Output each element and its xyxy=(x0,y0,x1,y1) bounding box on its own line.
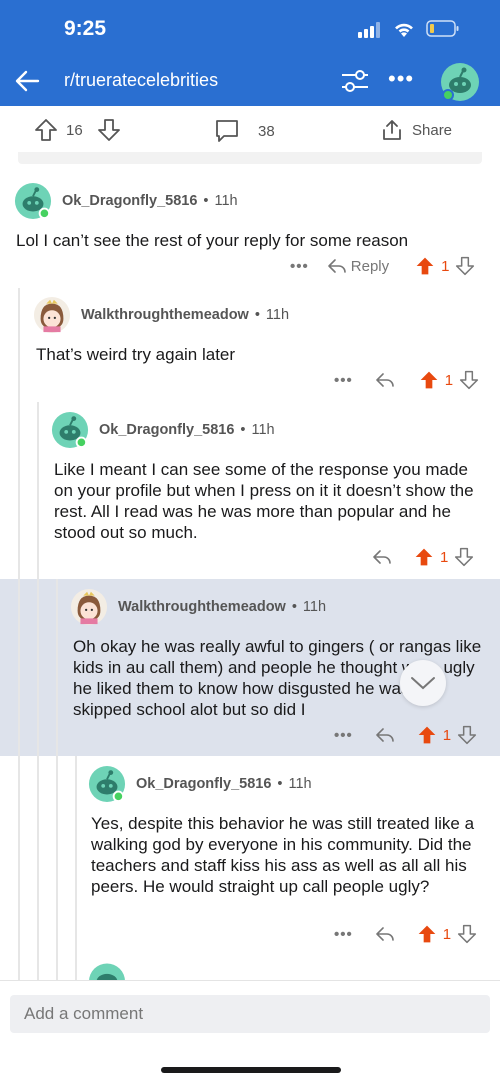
comment-body: Like I meant I can see some of the respo… xyxy=(54,460,474,542)
downvote-arrow-icon[interactable] xyxy=(457,924,477,944)
comment-bubble-icon xyxy=(216,120,238,142)
user-avatar-icon[interactable] xyxy=(440,62,480,102)
view-parent-comment-bar[interactable] xyxy=(18,152,482,164)
comment-score: 1 xyxy=(441,257,450,275)
comment-score: 1 xyxy=(442,925,452,943)
vote-control: 16 xyxy=(34,118,121,142)
comments-button[interactable]: 38 xyxy=(214,118,275,144)
comment-timestamp: 11h xyxy=(251,422,275,438)
share-label: Share xyxy=(412,121,453,139)
subreddit-title[interactable]: r/trueratecelebrities xyxy=(64,70,218,91)
comment-username[interactable]: Walkthroughthemeadow xyxy=(81,307,249,323)
comment-username[interactable]: Ok_Dragonfly_5816 xyxy=(62,193,197,209)
status-bar: 9:25 xyxy=(0,0,500,56)
comment-body: Lol I can’t see the rest of your reply f… xyxy=(16,231,409,250)
comment-username[interactable]: Ok_Dragonfly_5816 xyxy=(99,422,234,438)
reply-label[interactable]: Reply xyxy=(351,258,389,275)
downvote-arrow-icon[interactable] xyxy=(459,370,479,390)
wifi-icon xyxy=(395,23,413,37)
thread-rail-1 xyxy=(18,288,20,980)
battery-icon xyxy=(426,20,459,37)
comment-username[interactable]: Walkthroughthemeadow xyxy=(118,599,286,615)
chevron-down-icon xyxy=(411,677,435,690)
post-comment-count: 38 xyxy=(258,122,275,140)
thread-rail-4 xyxy=(75,756,77,980)
downvote-arrow-icon[interactable] xyxy=(454,547,474,567)
downvote-arrow-icon[interactable] xyxy=(457,725,477,745)
more-options-icon[interactable]: ••• xyxy=(334,926,353,943)
upvote-arrow-icon[interactable] xyxy=(419,370,439,390)
snoo-avatar-icon[interactable] xyxy=(51,411,89,449)
more-options-icon[interactable]: ••• xyxy=(388,66,414,92)
upvote-arrow-icon[interactable] xyxy=(417,725,437,745)
comment-header: Walkthroughthemeadow • 11h xyxy=(33,296,289,334)
reply-arrow-icon[interactable] xyxy=(372,548,392,566)
comment-actions: 1 xyxy=(372,547,474,567)
upvote-arrow-icon[interactable] xyxy=(415,256,435,276)
comment-score: 1 xyxy=(442,726,452,744)
comment-timestamp: 11h xyxy=(214,193,238,209)
downvote-arrow-icon[interactable] xyxy=(97,118,121,142)
comment-actions: ••• 1 xyxy=(334,725,477,745)
comment-body: That’s weird try again later xyxy=(36,345,236,364)
user-avatar-icon[interactable] xyxy=(70,588,108,626)
comment-timestamp: 11h xyxy=(265,307,290,323)
post-action-bar: 16 38 Share xyxy=(0,106,500,154)
upvote-arrow-icon[interactable] xyxy=(417,924,437,944)
upvote-arrow-icon[interactable] xyxy=(34,118,58,142)
share-icon xyxy=(383,120,401,140)
comment-actions: ••• Reply 1 xyxy=(290,256,475,276)
reply-arrow-icon[interactable] xyxy=(375,371,395,389)
more-options-icon[interactable]: ••• xyxy=(334,727,353,744)
share-button[interactable]: Share xyxy=(380,118,452,142)
thread-rail-3 xyxy=(56,579,58,980)
sort-filter-icon[interactable] xyxy=(340,67,370,95)
more-options-icon[interactable]: ••• xyxy=(290,258,309,275)
reply-arrow-icon[interactable] xyxy=(375,925,395,943)
comment-actions: ••• 1 xyxy=(334,924,477,944)
more-options-icon[interactable]: ••• xyxy=(334,372,353,389)
comment-score: 1 xyxy=(444,371,454,389)
snoo-avatar-icon[interactable] xyxy=(14,182,52,220)
home-indicator xyxy=(161,1067,341,1073)
snoo-avatar-icon[interactable] xyxy=(88,765,126,803)
user-avatar-icon[interactable] xyxy=(33,296,71,334)
comment-header: Ok_Dragonfly_5816 • 11h xyxy=(88,765,312,803)
comment-timestamp: 11h xyxy=(302,599,327,615)
comment-body: Yes, despite this behavior he was still … xyxy=(91,814,475,896)
downvote-arrow-icon[interactable] xyxy=(455,256,475,276)
back-arrow-icon[interactable] xyxy=(12,66,42,96)
add-comment-input[interactable]: Add a comment xyxy=(10,995,490,1033)
scroll-down-button[interactable] xyxy=(400,660,446,706)
top-nav-bar: r/trueratecelebrities ••• xyxy=(0,56,500,106)
reply-arrow-icon[interactable] xyxy=(375,726,395,744)
comment-composer-bar: Add a comment xyxy=(0,980,500,1082)
status-time: 9:25 xyxy=(64,17,107,40)
reply-arrow-icon[interactable] xyxy=(327,257,347,275)
comment-header: Ok_Dragonfly_5816 • 11h xyxy=(51,411,275,449)
comment-username[interactable]: Ok_Dragonfly_5816 xyxy=(136,776,271,792)
comment-header: Ok_Dragonfly_5816 • 11h xyxy=(14,182,238,220)
upvote-arrow-icon[interactable] xyxy=(414,547,434,567)
post-upvote-count: 16 xyxy=(66,121,83,139)
comment-timestamp: 11h xyxy=(288,776,312,792)
comment-header: Walkthroughthemeadow • 11h xyxy=(70,588,326,626)
snoo-avatar-icon xyxy=(88,963,126,982)
thread-rail-2 xyxy=(37,402,39,980)
comment-actions: ••• 1 xyxy=(334,370,479,390)
signal-icon xyxy=(358,22,380,38)
comment-score: 1 xyxy=(440,548,449,566)
